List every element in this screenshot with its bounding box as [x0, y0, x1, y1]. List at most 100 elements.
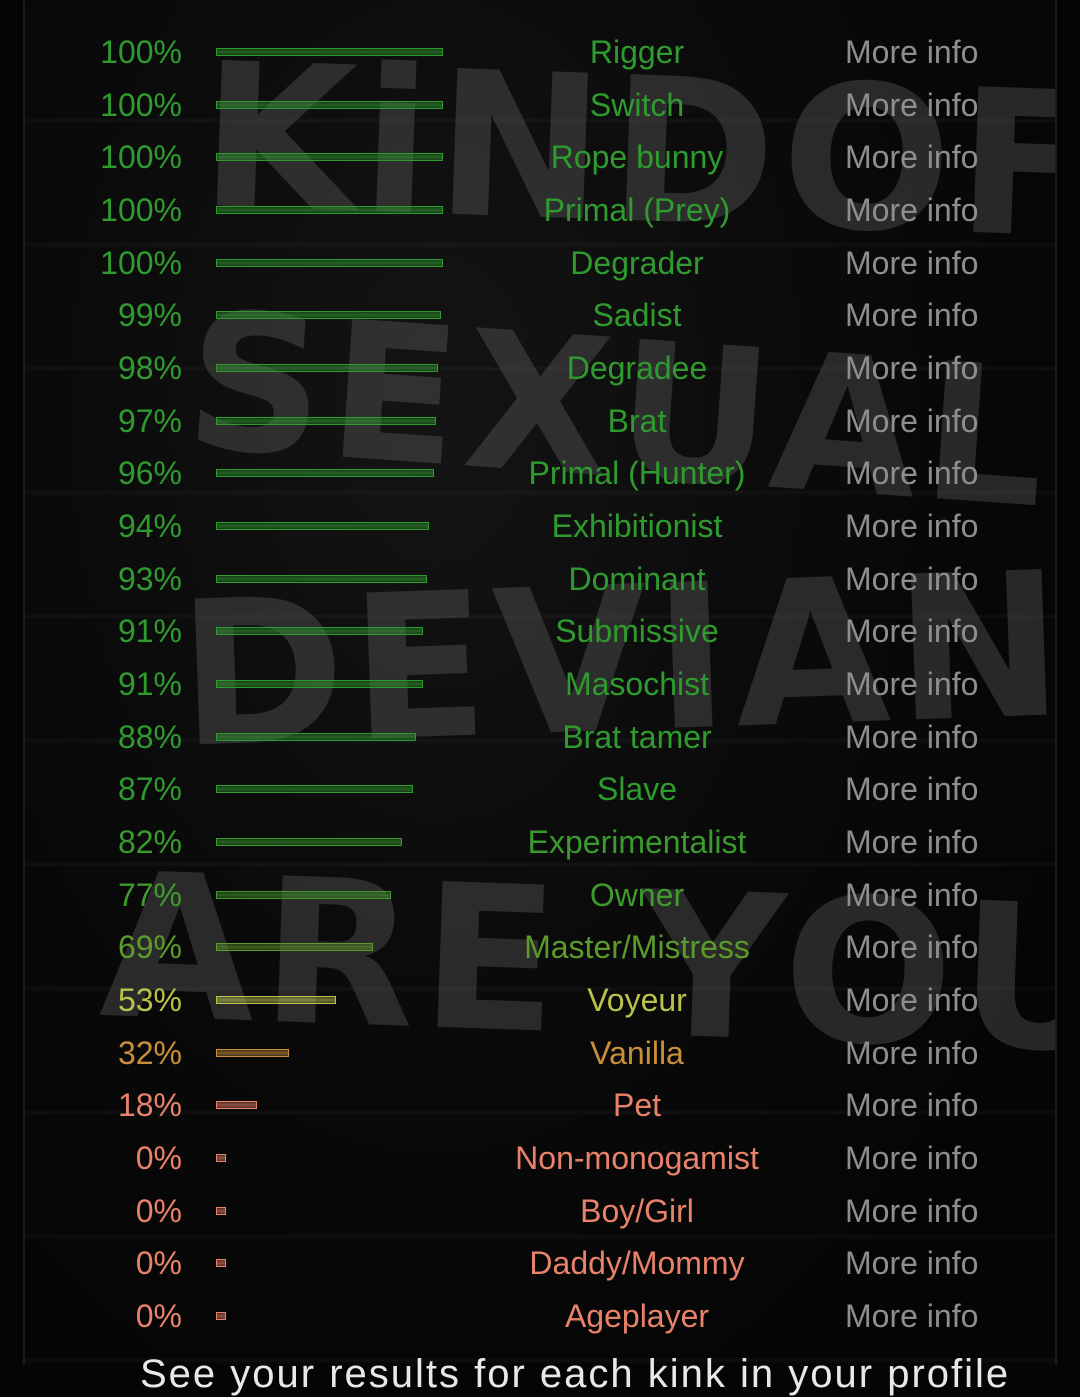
result-percent: 94%: [117, 508, 182, 545]
result-name: Master/Mistress: [524, 929, 750, 966]
result-row: 32% Vanilla More info: [0, 1027, 1080, 1079]
result-row: 96% Primal (Hunter) More info: [0, 447, 1080, 499]
result-row: 0% Boy/Girl More info: [0, 1185, 1080, 1237]
result-name: Masochist: [564, 666, 710, 703]
more-info-link[interactable]: More info: [845, 289, 978, 341]
more-info-link[interactable]: More info: [845, 763, 978, 815]
more-info-link[interactable]: More info: [845, 1237, 978, 1289]
result-row: 99% Sadist More info: [0, 289, 1080, 341]
more-info-link[interactable]: More info: [845, 869, 978, 921]
result-name: Switch: [589, 86, 685, 123]
result-name: Degradee: [566, 350, 708, 387]
result-percent: 99%: [117, 297, 182, 334]
result-name: Sadist: [592, 297, 682, 334]
more-info-link[interactable]: More info: [845, 131, 978, 183]
more-info-link[interactable]: More info: [845, 342, 978, 394]
result-row: 100% Rigger More info: [0, 26, 1080, 78]
more-info-link[interactable]: More info: [845, 974, 978, 1026]
result-row: 97% Brat More info: [0, 395, 1080, 447]
result-bar-track: [216, 732, 443, 741]
result-bar: [216, 680, 423, 689]
more-info-link[interactable]: More info: [845, 1132, 978, 1184]
more-info-link[interactable]: More info: [845, 1185, 978, 1237]
result-bar-track: [216, 469, 443, 478]
result-row: 93% Dominant More info: [0, 553, 1080, 605]
result-bar: [216, 1048, 289, 1057]
more-info-link[interactable]: More info: [845, 816, 978, 868]
result-name: Non-monogamist: [515, 1140, 759, 1177]
more-info-link[interactable]: More info: [845, 79, 978, 131]
result-percent: 91%: [117, 613, 182, 650]
result-name: Submissive: [555, 613, 719, 650]
more-info-link[interactable]: More info: [845, 500, 978, 552]
result-bar: [216, 416, 436, 425]
footer-text-partial: See your results for each kink in your p…: [140, 1352, 1011, 1396]
more-info-link[interactable]: More info: [845, 237, 978, 289]
result-percent: 100%: [100, 244, 182, 281]
result-bar: [216, 996, 336, 1005]
result-bar-track: [216, 996, 443, 1005]
result-row: 91% Masochist More info: [0, 658, 1080, 710]
result-row: 18% Pet More info: [0, 1079, 1080, 1131]
result-percent: 0%: [135, 1140, 182, 1177]
result-bar-track: [216, 153, 443, 162]
result-bar: [216, 1101, 257, 1110]
result-name: Boy/Girl: [580, 1192, 694, 1229]
result-bar: [216, 48, 443, 56]
result-percent: 69%: [117, 929, 182, 966]
more-info-link[interactable]: More info: [845, 605, 978, 657]
more-info-link[interactable]: More info: [845, 26, 978, 78]
more-info-link[interactable]: More info: [845, 184, 978, 236]
result-bar-track: [216, 100, 443, 109]
result-name: Degrader: [570, 244, 704, 281]
result-name: Brat tamer: [562, 718, 712, 755]
result-bar-track: [216, 680, 443, 689]
more-info-link[interactable]: More info: [845, 553, 978, 605]
result-row: 94% Exhibitionist More info: [0, 500, 1080, 552]
result-bar-track: [216, 1206, 443, 1215]
result-bar: [216, 311, 441, 320]
result-percent: 100%: [100, 86, 182, 123]
result-percent: 87%: [117, 771, 182, 808]
result-percent: 32%: [117, 1034, 182, 1071]
result-bar-track: [216, 838, 443, 847]
result-row: 0% Daddy/Mommy More info: [0, 1237, 1080, 1289]
result-name: Exhibitionist: [551, 508, 723, 545]
more-info-link[interactable]: More info: [845, 921, 978, 973]
result-bar-track: [216, 785, 443, 794]
result-row: 0% Ageplayer More info: [0, 1290, 1080, 1342]
result-bar: [216, 732, 416, 741]
result-percent: 18%: [117, 1087, 182, 1124]
result-bar: [216, 890, 391, 899]
result-bar-track: [216, 1048, 443, 1057]
result-percent: 100%: [100, 139, 182, 176]
result-percent: 53%: [117, 982, 182, 1019]
result-bar: [216, 153, 443, 162]
more-info-link[interactable]: More info: [845, 658, 978, 710]
more-info-link[interactable]: More info: [845, 711, 978, 763]
result-bar-track: [216, 890, 443, 899]
more-info-link[interactable]: More info: [845, 447, 978, 499]
result-name: Pet: [612, 1087, 662, 1124]
more-info-link[interactable]: More info: [845, 1290, 978, 1342]
result-percent: 88%: [117, 718, 182, 755]
result-bar: [216, 469, 434, 478]
result-row: 77% Owner More info: [0, 869, 1080, 921]
result-name: Slave: [596, 771, 678, 808]
result-percent: 0%: [135, 1192, 182, 1229]
result-percent: 93%: [117, 560, 182, 597]
result-row: 0% Non-monogamist More info: [0, 1132, 1080, 1184]
result-row: 91% Submissive More info: [0, 605, 1080, 657]
result-name: Voyeur: [587, 982, 687, 1019]
result-bar-track: [216, 258, 443, 267]
more-info-link[interactable]: More info: [845, 1079, 978, 1131]
result-bar: [216, 100, 443, 109]
result-percent: 82%: [117, 824, 182, 861]
more-info-link[interactable]: More info: [845, 395, 978, 447]
more-info-link[interactable]: More info: [845, 1027, 978, 1079]
result-bar: [216, 1154, 226, 1163]
result-row: 100% Primal (Prey) More info: [0, 184, 1080, 236]
result-percent: 0%: [135, 1245, 182, 1282]
result-name: Vanilla: [590, 1034, 684, 1071]
result-percent: 0%: [135, 1298, 182, 1335]
